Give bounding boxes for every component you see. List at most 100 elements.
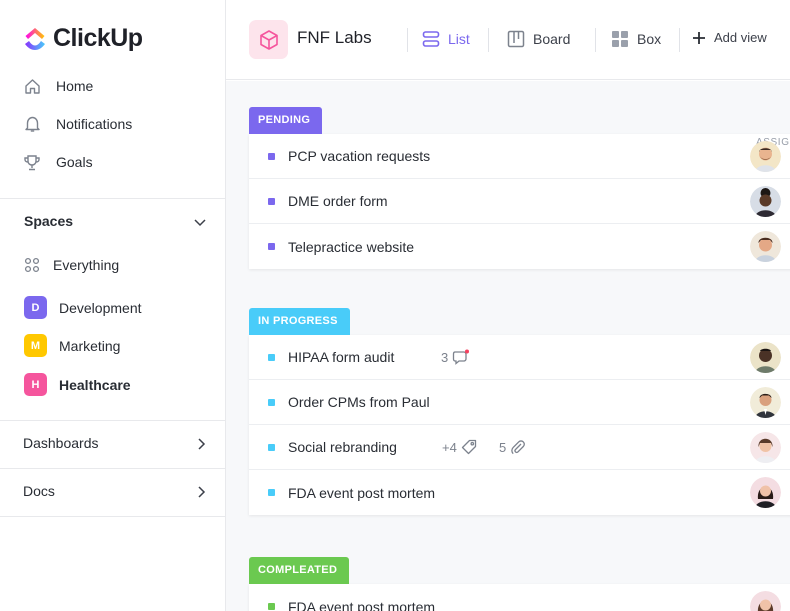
top-header: FNF Labs List Board Box Add view bbox=[226, 0, 790, 80]
project-title: FNF Labs bbox=[297, 28, 372, 47]
nav-home[interactable]: Home bbox=[23, 77, 93, 95]
assignee-avatar[interactable] bbox=[750, 140, 781, 172]
attachment-count-value: 5 bbox=[499, 439, 507, 455]
chevron-right-icon[interactable] bbox=[196, 436, 208, 457]
task-name[interactable]: DME order form bbox=[288, 193, 388, 209]
sidebar-divider bbox=[0, 198, 225, 199]
status-dot[interactable] bbox=[268, 398, 275, 406]
trophy-icon bbox=[23, 153, 41, 171]
space-everything-label: Everything bbox=[53, 257, 120, 273]
tab-box[interactable]: Box bbox=[611, 30, 661, 48]
chevron-right-icon[interactable] bbox=[196, 484, 208, 505]
status-dot[interactable] bbox=[268, 443, 275, 451]
sidebar: ClickUp Home Notifications Goals Spaces … bbox=[0, 0, 226, 611]
tag-count-value: +4 bbox=[442, 439, 457, 455]
project-cube-icon bbox=[249, 20, 288, 59]
task-name[interactable]: FDA event post mortem bbox=[288, 599, 435, 611]
status-dot[interactable] bbox=[268, 243, 275, 250]
tab-board-label: Board bbox=[533, 31, 571, 47]
tab-list[interactable]: List bbox=[422, 30, 470, 48]
task-row[interactable]: FDA event post mortem bbox=[249, 470, 790, 515]
space-marketing[interactable]: M Marketing bbox=[24, 334, 120, 357]
spaces-title: Spaces bbox=[24, 213, 74, 229]
space-avatar: H bbox=[24, 373, 47, 396]
header-separator bbox=[595, 28, 596, 52]
header-separator bbox=[407, 28, 408, 52]
nav-goals[interactable]: Goals bbox=[23, 153, 93, 171]
add-view-label: Add view bbox=[714, 30, 767, 45]
assignee-avatar[interactable] bbox=[750, 386, 781, 418]
tab-board[interactable]: Board bbox=[507, 30, 570, 48]
board-icon bbox=[507, 30, 525, 48]
assignee-avatar[interactable] bbox=[750, 341, 781, 373]
sidebar-divider bbox=[0, 420, 225, 421]
assignee-avatar[interactable] bbox=[750, 591, 781, 611]
home-icon bbox=[23, 77, 41, 95]
task-row[interactable]: Telepractice website bbox=[249, 224, 790, 269]
space-development[interactable]: D Development bbox=[24, 296, 142, 319]
status-group-pending: PENDING ASSIGNEE PCP vacation requests D… bbox=[249, 107, 790, 269]
space-everything[interactable]: Everything bbox=[24, 257, 119, 273]
plus-icon bbox=[693, 31, 705, 44]
docs-link[interactable]: Docs bbox=[23, 483, 55, 499]
status-dot[interactable] bbox=[268, 603, 275, 610]
task-row[interactable]: DME order form bbox=[249, 179, 790, 224]
status-dot[interactable] bbox=[268, 353, 275, 361]
nav-notifications-label: Notifications bbox=[56, 116, 133, 132]
task-row[interactable]: Order CPMs from Paul bbox=[249, 380, 790, 425]
box-icon bbox=[612, 31, 628, 47]
task-row[interactable]: FDA event post mortem bbox=[249, 584, 790, 611]
task-row[interactable]: Social rebranding +4 5 bbox=[249, 425, 790, 470]
dashboards-link[interactable]: Dashboards bbox=[23, 435, 99, 451]
status-dot[interactable] bbox=[268, 489, 275, 496]
task-name[interactable]: PCP vacation requests bbox=[288, 148, 430, 164]
task-name[interactable]: Social rebranding bbox=[288, 439, 397, 455]
header-separator bbox=[679, 28, 680, 52]
task-name[interactable]: Telepractice website bbox=[288, 239, 414, 255]
space-label: Development bbox=[59, 299, 142, 316]
space-avatar: D bbox=[24, 296, 47, 319]
assignee-avatar[interactable] bbox=[750, 185, 781, 217]
status-label[interactable]: COMPLEATED bbox=[249, 557, 350, 584]
assignee-avatar[interactable] bbox=[750, 477, 781, 508]
status-group-in-progress: IN PROGRESS HIPAA form audit 3 Order CPM… bbox=[249, 308, 790, 515]
tab-list-label: List bbox=[448, 31, 470, 47]
status-group-completed: COMPLEATED FDA event post mortem bbox=[249, 557, 790, 611]
logo-text: ClickUp bbox=[53, 24, 143, 52]
header-separator bbox=[488, 28, 489, 52]
task-name[interactable]: Order CPMs from Paul bbox=[288, 394, 430, 410]
attachment-count[interactable]: 5 bbox=[499, 439, 526, 455]
nav-home-label: Home bbox=[56, 78, 94, 94]
list-icon bbox=[422, 31, 440, 47]
add-view-button[interactable]: Add view bbox=[692, 30, 767, 45]
space-healthcare[interactable]: H Healthcare bbox=[24, 373, 131, 396]
task-list-area: PENDING ASSIGNEE PCP vacation requests D… bbox=[226, 81, 790, 611]
sidebar-divider bbox=[0, 516, 225, 517]
space-label: Marketing bbox=[59, 337, 121, 354]
status-label[interactable]: PENDING bbox=[249, 107, 323, 134]
assignee-avatar[interactable] bbox=[750, 231, 781, 262]
comment-count[interactable]: 3 bbox=[441, 349, 470, 365]
space-avatar: M bbox=[24, 334, 47, 357]
grid-dots-icon bbox=[24, 257, 40, 273]
comment-count-value: 3 bbox=[441, 349, 449, 365]
tag-count[interactable]: +4 bbox=[442, 439, 477, 455]
status-label[interactable]: IN PROGRESS bbox=[249, 308, 350, 335]
comment-icon bbox=[453, 349, 470, 365]
tag-icon bbox=[461, 439, 476, 455]
status-dot[interactable] bbox=[268, 197, 275, 205]
task-name[interactable]: HIPAA form audit bbox=[288, 349, 394, 365]
status-dot[interactable] bbox=[268, 152, 275, 160]
assignee-avatar[interactable] bbox=[750, 431, 781, 463]
bell-icon bbox=[23, 115, 41, 133]
paperclip-icon bbox=[511, 440, 526, 455]
sidebar-divider bbox=[0, 468, 225, 469]
tab-box-label: Box bbox=[637, 31, 662, 47]
task-row[interactable]: HIPAA form audit 3 bbox=[249, 335, 790, 380]
clickup-logo[interactable]: ClickUp bbox=[22, 24, 143, 53]
nav-goals-label: Goals bbox=[56, 154, 93, 170]
task-name[interactable]: FDA event post mortem bbox=[288, 485, 435, 501]
nav-notifications[interactable]: Notifications bbox=[23, 115, 132, 133]
task-row[interactable]: PCP vacation requests bbox=[249, 134, 790, 179]
chevron-down-icon[interactable] bbox=[192, 214, 208, 235]
